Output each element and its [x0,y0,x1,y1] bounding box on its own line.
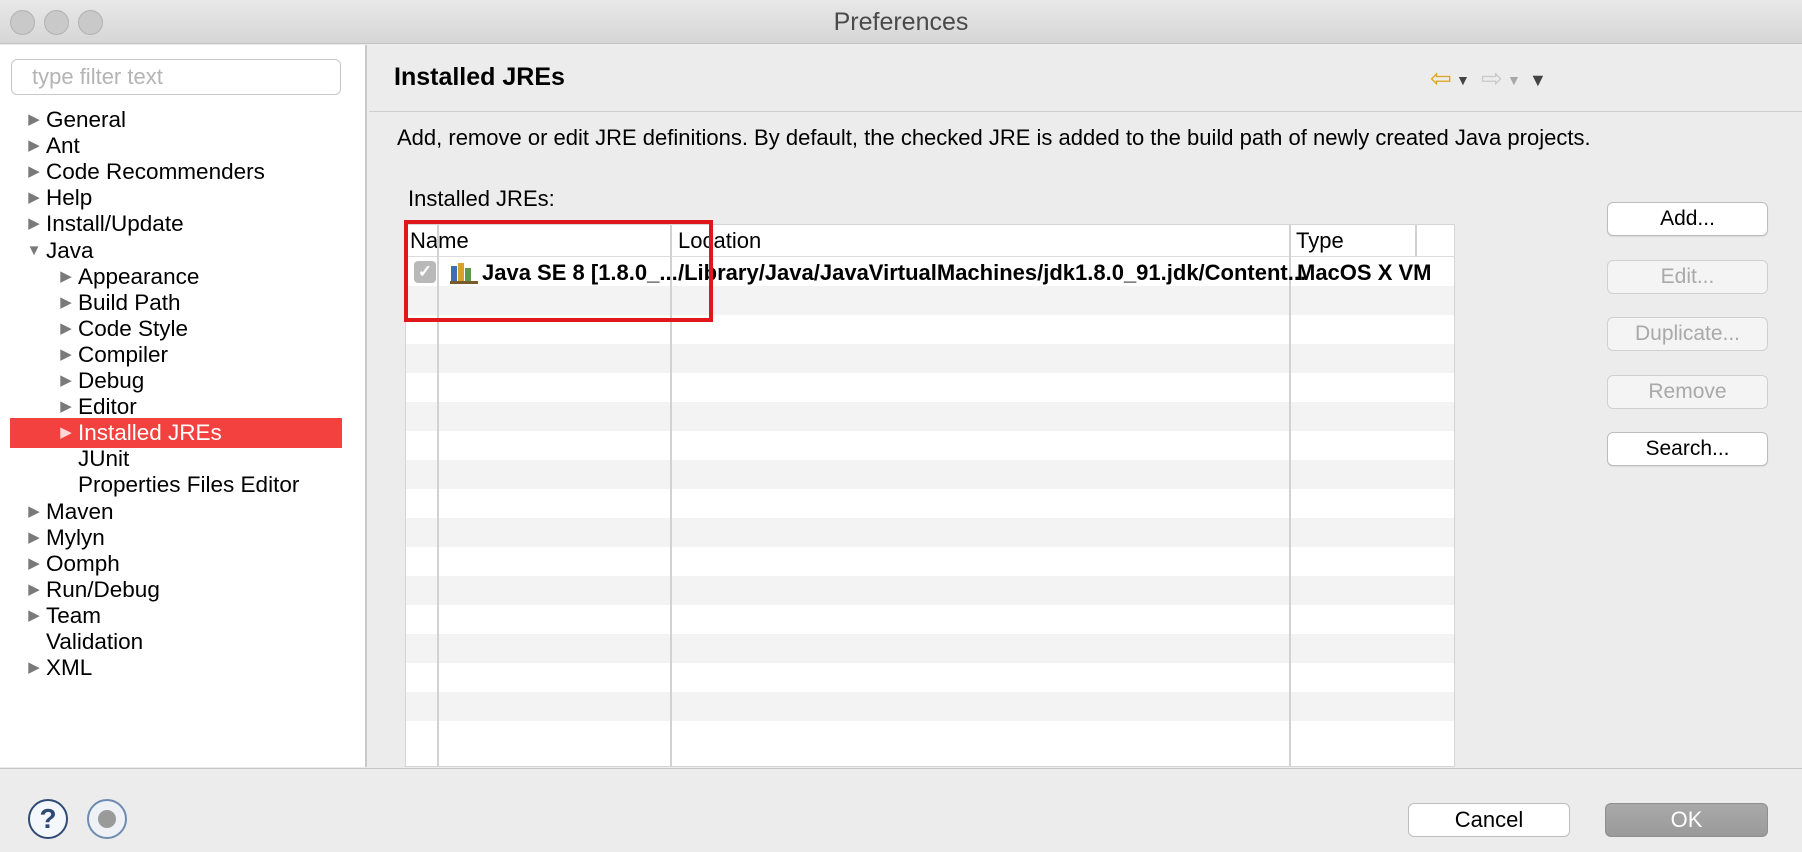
view-menu-icon[interactable]: ▼ [1529,67,1547,93]
sidebar-item-label: Install/Update [46,211,184,236]
table-row [406,692,1454,721]
filter-input[interactable] [11,59,341,95]
page-title: Installed JREs [394,63,565,91]
forward-dropdown-icon[interactable]: ▼ [1507,67,1521,93]
collapsed-arrow-icon[interactable]: ▶ [25,653,43,683]
page-header: Installed JREs ⇦ ▼ ⇨ ▼ ▼ [369,45,1802,112]
title-bar: Preferences [0,0,1802,44]
jre-type-cell: MacOS X VM [1297,260,1432,285]
table-row [406,460,1454,489]
search-button[interactable]: Search... [1607,432,1768,466]
dialog-footer: ? Cancel OK [0,768,1802,852]
column-header-type[interactable]: Type [1292,225,1344,257]
name-column-highlight-box [404,220,713,322]
table-row [406,605,1454,634]
table-row [406,373,1454,402]
record-icon[interactable] [87,799,127,839]
table-label: Installed JREs: [408,186,555,211]
column-divider [1415,225,1417,257]
sidebar-item-label: XML [46,655,93,680]
cancel-button[interactable]: Cancel [1408,803,1570,837]
sidebar-item[interactable]: ▶ Install/Update [0,209,365,239]
window-title: Preferences [833,8,969,36]
ok-button[interactable]: OK [1605,803,1768,837]
table-row [406,489,1454,518]
table-row [406,634,1454,663]
forward-arrow-icon[interactable]: ⇨ [1481,65,1503,91]
remove-button[interactable]: Remove [1607,375,1768,409]
duplicate-button[interactable]: Duplicate... [1607,317,1768,351]
table-row [406,547,1454,576]
table-row [406,576,1454,605]
sidebar-item-label: Properties Files Editor [78,472,300,497]
main-panel: Installed JREs ⇦ ▼ ⇨ ▼ ▼ Add, remove or … [369,45,1802,767]
back-dropdown-icon[interactable]: ▼ [1456,67,1470,93]
preferences-window: Preferences ▶General▶Ant▶Code Recommende… [0,0,1802,852]
table-row [406,344,1454,373]
collapsed-arrow-icon[interactable]: ▶ [25,209,43,239]
column-divider [1289,225,1291,766]
add-button[interactable]: Add... [1607,202,1768,236]
table-row [406,721,1454,750]
sidebar-item[interactable]: ▶ XML [0,653,365,683]
back-arrow-icon[interactable]: ⇦ [1430,65,1452,91]
table-row [406,431,1454,460]
table-row [406,663,1454,692]
help-icon[interactable]: ? [28,799,68,839]
jre-location-cell: /Library/Java/JavaVirtualMachines/jdk1.8… [678,260,1307,285]
preferences-sidebar: ▶General▶Ant▶Code Recommenders▶Help▶Inst… [0,45,367,767]
sidebar-item[interactable]: Properties Files Editor [0,470,365,500]
table-row [406,518,1454,547]
page-description: Add, remove or edit JRE definitions. By … [397,125,1591,150]
table-row [406,402,1454,431]
edit-button[interactable]: Edit... [1607,260,1768,294]
